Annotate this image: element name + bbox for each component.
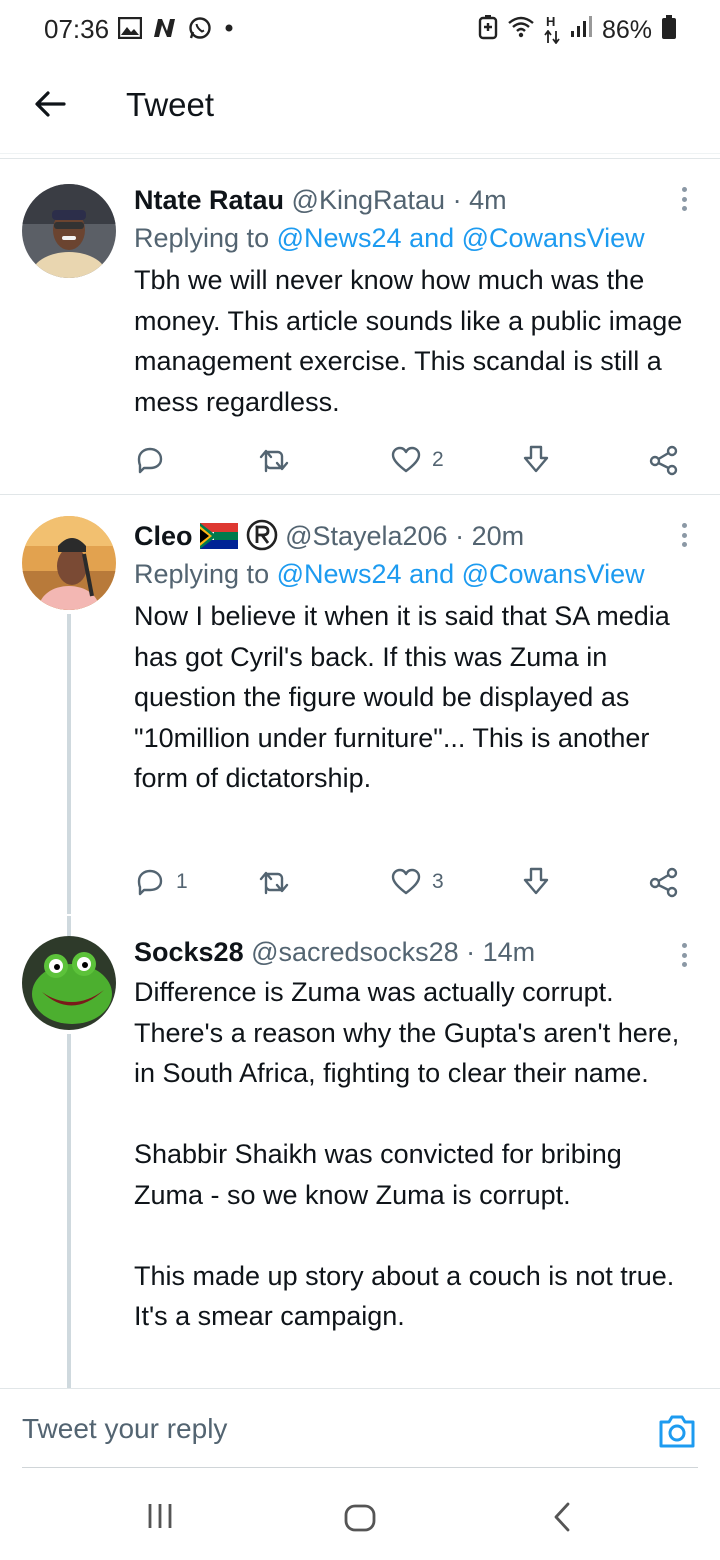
- chevron-left-icon: [554, 1502, 570, 1532]
- registered-icon: [246, 519, 277, 551]
- tweet-header: Socks28 @sacredsocks28 · 14m: [134, 934, 698, 970]
- network-type-label: H: [545, 13, 556, 29]
- gallery-icon: [117, 16, 143, 44]
- heart-icon: [391, 868, 421, 895]
- separator-dot: ·: [455, 521, 465, 551]
- retweet-button[interactable]: [258, 440, 290, 480]
- replying-to-mentions[interactable]: @News24 and @CowansView: [277, 559, 645, 589]
- status-bar: 07:36 H 86%: [0, 0, 720, 60]
- replying-to: Replying to @News24 and @CowansView: [134, 218, 698, 258]
- separator-dot: ·: [452, 185, 462, 215]
- share-button[interactable]: [648, 862, 680, 902]
- wifi-icon: [508, 15, 534, 46]
- more-options-button[interactable]: [674, 520, 694, 550]
- reply-composer: Tweet your reply: [0, 1388, 720, 1468]
- app-header: Tweet: [0, 60, 720, 154]
- like-button[interactable]: 2: [390, 440, 444, 480]
- thread-line: [67, 916, 71, 936]
- reply-input[interactable]: Tweet your reply: [22, 1413, 227, 1445]
- divider: [0, 158, 720, 159]
- retweet-icon: [259, 871, 289, 895]
- camera-button[interactable]: [658, 1413, 696, 1449]
- user-handle[interactable]: @Stayela206: [285, 521, 448, 551]
- tweet-text: Difference is Zuma was actually corrupt.…: [134, 977, 680, 1331]
- avatar[interactable]: [22, 184, 116, 278]
- user-handle[interactable]: @KingRatau: [292, 185, 446, 215]
- display-name[interactable]: Socks28: [134, 937, 244, 967]
- recent-apps-button[interactable]: [146, 1502, 174, 1535]
- battery-icon: [662, 15, 676, 46]
- retweet-icon: [259, 449, 289, 473]
- separator-dot: ·: [466, 937, 476, 967]
- battery-percent: 86%: [601, 16, 652, 44]
- download-arrow-icon: [523, 867, 549, 895]
- whatsapp-icon: [188, 16, 212, 45]
- page-title: Tweet: [126, 86, 215, 123]
- retweet-button[interactable]: [258, 862, 290, 902]
- thread-line: [67, 1034, 71, 1388]
- user-handle[interactable]: @sacredsocks28: [251, 937, 459, 967]
- n-app-icon: [152, 17, 178, 44]
- tweet[interactable]: Ntate Ratau @KingRatau · 4m Replying to …: [0, 160, 720, 494]
- like-count: 2: [432, 448, 444, 471]
- replying-to: Replying to @News24 and @CowansView: [134, 554, 698, 594]
- download-button[interactable]: [520, 862, 552, 902]
- avatar[interactable]: [22, 516, 116, 610]
- replying-to-label: Replying to: [134, 559, 270, 589]
- heart-icon: [391, 446, 421, 473]
- reply-button[interactable]: 1: [134, 862, 188, 902]
- home-icon: [344, 1504, 376, 1532]
- share-icon: [649, 867, 678, 898]
- tweet-text: Tbh we will never know how much was the …: [134, 265, 690, 417]
- tweet-actions: 1 3: [134, 862, 694, 902]
- tweet-time: 14m: [482, 937, 536, 967]
- reply-icon: [137, 869, 163, 896]
- more-options-button[interactable]: [674, 184, 694, 214]
- reply-count: 1: [176, 870, 188, 893]
- thread-line: [67, 614, 71, 914]
- back-nav-button[interactable]: [552, 1502, 572, 1537]
- reply-icon: [137, 447, 163, 474]
- tweet-header: Ntate Ratau @KingRatau · 4m: [134, 182, 698, 218]
- dot-icon: [222, 21, 236, 40]
- display-name[interactable]: Ntate Ratau: [134, 185, 284, 215]
- arrow-left-icon: [35, 91, 66, 117]
- signal-icon: [570, 16, 592, 45]
- like-button[interactable]: 3: [390, 862, 444, 902]
- download-arrow-icon: [523, 445, 549, 473]
- home-button[interactable]: [344, 1504, 376, 1537]
- share-icon: [649, 445, 678, 476]
- system-nav-bar: [0, 1468, 720, 1560]
- download-button[interactable]: [520, 440, 552, 480]
- more-options-button[interactable]: [674, 940, 694, 970]
- replying-to-label: Replying to: [134, 223, 270, 253]
- divider: [0, 494, 720, 495]
- tweet-actions: 2: [134, 440, 694, 480]
- recent-apps-icon: [148, 1504, 172, 1528]
- back-button[interactable]: [28, 82, 72, 126]
- data-arrows-icon: H: [544, 14, 560, 44]
- like-count: 3: [432, 870, 444, 893]
- reply-button[interactable]: [134, 440, 176, 480]
- display-name[interactable]: Cleo: [134, 521, 193, 551]
- tweet-time: 20m: [471, 521, 525, 551]
- replying-to-mentions[interactable]: @News24 and @CowansView: [277, 223, 645, 253]
- flag-za-icon: [200, 523, 239, 549]
- tweet[interactable]: Cleo @Stayela206 · 20m Replying to @News…: [0, 496, 720, 916]
- avatar[interactable]: [22, 936, 116, 1030]
- tweet-header: Cleo @Stayela206 · 20m: [134, 518, 698, 554]
- status-time: 07:36: [44, 14, 110, 44]
- camera-icon: [659, 1415, 695, 1448]
- battery-saver-icon: [478, 14, 498, 47]
- tweet-time: 4m: [469, 185, 507, 215]
- tweet[interactable]: Socks28 @sacredsocks28 · 14m Difference …: [0, 916, 720, 1388]
- tweet-text: Now I believe it when it is said that SA…: [134, 601, 678, 793]
- share-button[interactable]: [648, 440, 680, 480]
